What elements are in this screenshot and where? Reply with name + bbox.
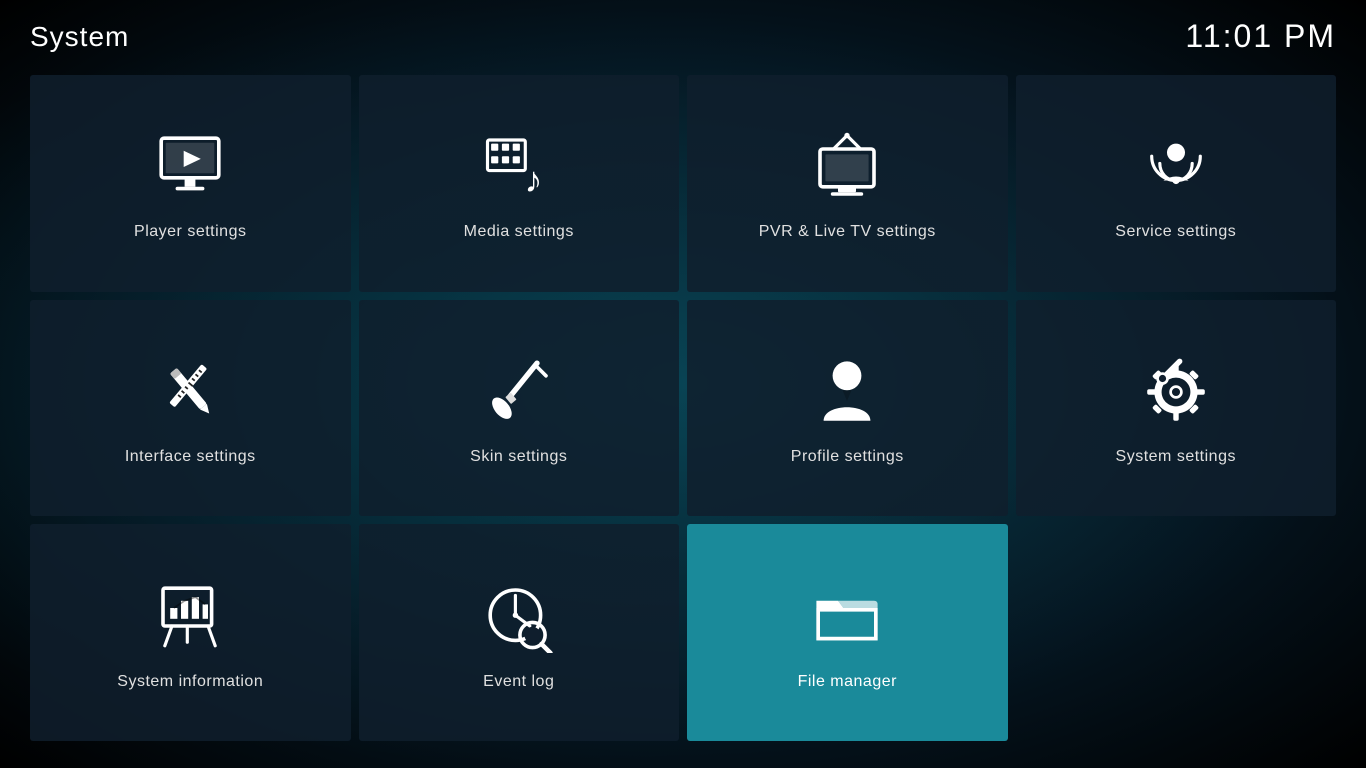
service-icon bbox=[1136, 127, 1216, 207]
tile-interface-settings[interactable]: Interface settings bbox=[30, 300, 351, 517]
settings-grid: Player settings ♪ Media settings bbox=[0, 65, 1366, 761]
service-settings-label: Service settings bbox=[1115, 223, 1236, 241]
page-title: System bbox=[30, 21, 129, 53]
tile-system-information[interactable]: System information bbox=[30, 524, 351, 741]
pvr-icon bbox=[807, 127, 887, 207]
media-icon: ♪ bbox=[479, 127, 559, 207]
interface-settings-label: Interface settings bbox=[125, 448, 256, 466]
media-settings-label: Media settings bbox=[464, 223, 574, 241]
pvr-settings-label: PVR & Live TV settings bbox=[759, 223, 936, 241]
tile-event-log[interactable]: Event log bbox=[359, 524, 680, 741]
eventlog-icon bbox=[479, 577, 559, 657]
header: System 11:01 PM bbox=[0, 0, 1366, 65]
sysinfo-icon bbox=[150, 577, 230, 657]
tile-pvr-settings[interactable]: PVR & Live TV settings bbox=[687, 75, 1008, 292]
profile-settings-label: Profile settings bbox=[791, 448, 904, 466]
tile-service-settings[interactable]: Service settings bbox=[1016, 75, 1337, 292]
clock: 11:01 PM bbox=[1185, 18, 1336, 55]
tile-skin-settings[interactable]: Skin settings bbox=[359, 300, 680, 517]
tile-player-settings[interactable]: Player settings bbox=[30, 75, 351, 292]
filemanager-icon bbox=[807, 577, 887, 657]
interface-icon bbox=[150, 352, 230, 432]
system-settings-label: System settings bbox=[1116, 448, 1236, 466]
tile-profile-settings[interactable]: Profile settings bbox=[687, 300, 1008, 517]
system-settings-icon bbox=[1136, 352, 1216, 432]
file-manager-label: File manager bbox=[798, 673, 897, 691]
profile-icon bbox=[807, 352, 887, 432]
tile-system-settings[interactable]: System settings bbox=[1016, 300, 1337, 517]
skin-settings-label: Skin settings bbox=[470, 448, 567, 466]
tile-media-settings[interactable]: ♪ Media settings bbox=[359, 75, 680, 292]
system-information-label: System information bbox=[117, 673, 263, 691]
player-settings-label: Player settings bbox=[134, 223, 246, 241]
tile-file-manager[interactable]: File manager bbox=[687, 524, 1008, 741]
svg-text:♪: ♪ bbox=[524, 161, 542, 201]
event-log-label: Event log bbox=[483, 673, 554, 691]
player-icon bbox=[150, 127, 230, 207]
skin-icon bbox=[479, 352, 559, 432]
